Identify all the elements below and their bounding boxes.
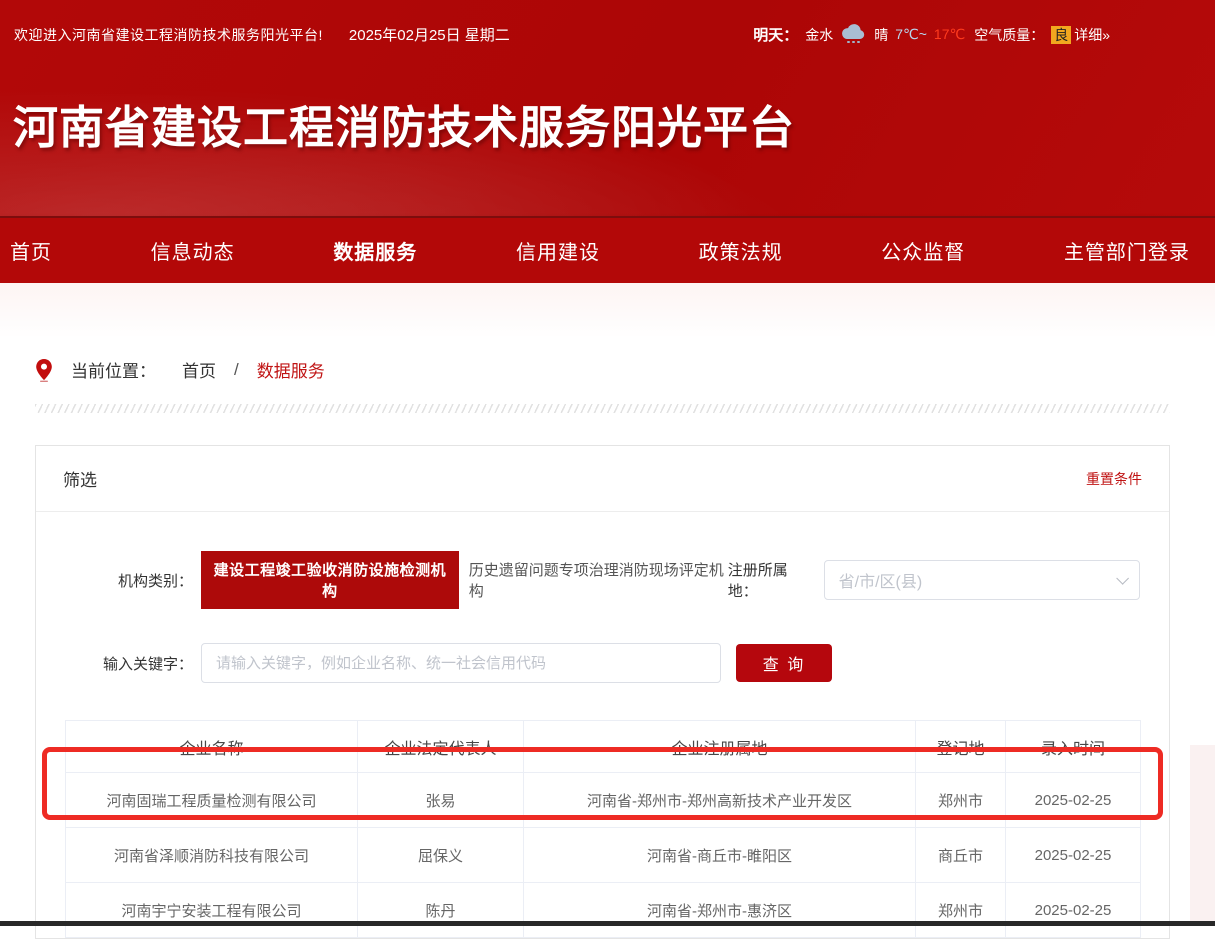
cell-entry-date: 2025-02-25 — [1006, 773, 1141, 828]
cell-registration-city: 郑州市 — [916, 883, 1006, 938]
slash-divider — [35, 404, 1170, 413]
topbar: 欢迎进入河南省建设工程消防技术服务阳光平台! 2025年02月25日 星期二 明… — [0, 0, 1215, 45]
weather-widget: 明天： 金水 晴 7℃~ 17℃ 空气质量： 良 详细» — [753, 24, 1110, 45]
weather-city: 金水 — [805, 25, 833, 45]
cell-company-name: 河南宇宁安装工程有限公司 — [66, 883, 358, 938]
cloud-icon — [840, 24, 867, 45]
nav-item-policy[interactable]: 政策法规 — [699, 236, 783, 265]
region-filter-group: 注册所属地： 省/市/区(县) — [728, 559, 1140, 601]
table-header-row: 企业名称 企业法定代表人 企业注册属地 登记地 录入时间 — [66, 721, 1141, 773]
cell-legal-rep: 陈丹 — [358, 883, 524, 938]
cell-registration-city: 商丘市 — [916, 828, 1006, 883]
filter-title: 筛选 — [63, 466, 97, 491]
filter-panel-header: 筛选 重置条件 — [36, 446, 1169, 512]
date-text: 2025年02月25日 星期二 — [349, 24, 510, 45]
cell-registration-city: 郑州市 — [916, 773, 1006, 828]
keyword-filter-row: 输入关键字： 查 询 — [65, 643, 1140, 683]
page-title: 河南省建设工程消防技术服务阳光平台 — [13, 91, 1215, 156]
nav-item-credit[interactable]: 信用建设 — [516, 236, 600, 265]
aqi-label: 空气质量： — [974, 25, 1044, 45]
main-content: 当前位置： 首页 / 数据服务 筛选 重置条件 机构类别： 建设工程竣工验收消防… — [0, 283, 1215, 939]
table-row: 河南省泽顺消防科技有限公司 屈保义 河南省-商丘市-睢阳区 商丘市 2025-0… — [66, 828, 1141, 883]
cell-legal-rep: 张易 — [358, 773, 524, 828]
bottom-bar — [0, 921, 1215, 926]
cell-registered-address: 河南省-郑州市-郑州高新技术产业开发区 — [524, 773, 916, 828]
cell-registered-address: 河南省-商丘市-睢阳区 — [524, 828, 916, 883]
weather-detail-link[interactable]: 详细» — [1074, 25, 1110, 45]
nav-item-admin-login[interactable]: 主管部门登录 — [1064, 236, 1190, 265]
cell-entry-date: 2025-02-25 — [1006, 828, 1141, 883]
breadcrumb-label: 当前位置： — [71, 357, 156, 382]
cell-company-name: 河南省泽顺消防科技有限公司 — [66, 828, 358, 883]
breadcrumb-current: 数据服务 — [257, 357, 325, 382]
welcome-text: 欢迎进入河南省建设工程消防技术服务阳光平台! — [14, 25, 323, 45]
cell-registered-address: 河南省-郑州市-惠济区 — [524, 883, 916, 938]
col-header-entry-date: 录入时间 — [1006, 721, 1141, 773]
results-table: 企业名称 企业法定代表人 企业注册属地 登记地 录入时间 河南固瑞工程质量检测有… — [65, 720, 1141, 938]
chevron-down-icon — [1116, 572, 1129, 585]
table-row: 河南固瑞工程质量检测有限公司 张易 河南省-郑州市-郑州高新技术产业开发区 郑州… — [66, 773, 1141, 828]
weather-label: 明天： — [753, 24, 798, 45]
region-select-placeholder: 省/市/区(县) — [839, 568, 1116, 592]
cell-entry-date: 2025-02-25 — [1006, 883, 1141, 938]
main-nav: 首页 信息动态 数据服务 信用建设 政策法规 公众监督 主管部门登录 — [0, 216, 1215, 283]
category-option-selected[interactable]: 建设工程竣工验收消防设施检测机构 — [201, 551, 459, 609]
breadcrumb-separator: / — [234, 360, 239, 380]
weather-condition: 晴 — [874, 25, 888, 45]
nav-item-news[interactable]: 信息动态 — [151, 236, 235, 265]
region-select[interactable]: 省/市/区(县) — [824, 560, 1140, 600]
region-label: 注册所属地： — [728, 559, 814, 601]
col-header-legal-rep: 企业法定代表人 — [358, 721, 524, 773]
reset-filters-link[interactable]: 重置条件 — [1086, 469, 1142, 489]
masthead: 欢迎进入河南省建设工程消防技术服务阳光平台! 2025年02月25日 星期二 明… — [0, 0, 1215, 216]
keyword-label: 输入关键字： — [65, 653, 193, 674]
filter-panel-body: 机构类别： 建设工程竣工验收消防设施检测机构 历史遗留问题专项治理消防现场评定机… — [36, 512, 1169, 938]
col-header-registration-city: 登记地 — [916, 721, 1006, 773]
category-label: 机构类别： — [65, 570, 193, 591]
nav-item-home[interactable]: 首页 — [10, 236, 52, 265]
col-header-registered-address: 企业注册属地 — [524, 721, 916, 773]
filter-panel: 筛选 重置条件 机构类别： 建设工程竣工验收消防设施检测机构 历史遗留问题专项治… — [35, 445, 1170, 939]
location-pin-icon — [35, 358, 53, 382]
nav-item-supervision[interactable]: 公众监督 — [881, 236, 965, 265]
search-button[interactable]: 查 询 — [736, 644, 832, 682]
cell-legal-rep: 屈保义 — [358, 828, 524, 883]
temp-high: 17℃ — [934, 26, 965, 43]
nav-item-data-service[interactable]: 数据服务 — [333, 236, 417, 265]
temp-low: 7℃~ — [895, 26, 927, 43]
category-filter-row: 机构类别： 建设工程竣工验收消防设施检测机构 历史遗留问题专项治理消防现场评定机… — [65, 551, 1140, 609]
keyword-input[interactable] — [201, 643, 721, 683]
col-header-company-name: 企业名称 — [66, 721, 358, 773]
category-option-other[interactable]: 历史遗留问题专项治理消防现场评定机构 — [469, 559, 728, 601]
breadcrumb: 当前位置： 首页 / 数据服务 — [35, 283, 1170, 382]
cell-company-name: 河南固瑞工程质量检测有限公司 — [66, 773, 358, 828]
breadcrumb-home[interactable]: 首页 — [182, 357, 216, 382]
table-row: 河南宇宁安装工程有限公司 陈丹 河南省-郑州市-惠济区 郑州市 2025-02-… — [66, 883, 1141, 938]
aqi-badge: 良 — [1051, 26, 1071, 44]
